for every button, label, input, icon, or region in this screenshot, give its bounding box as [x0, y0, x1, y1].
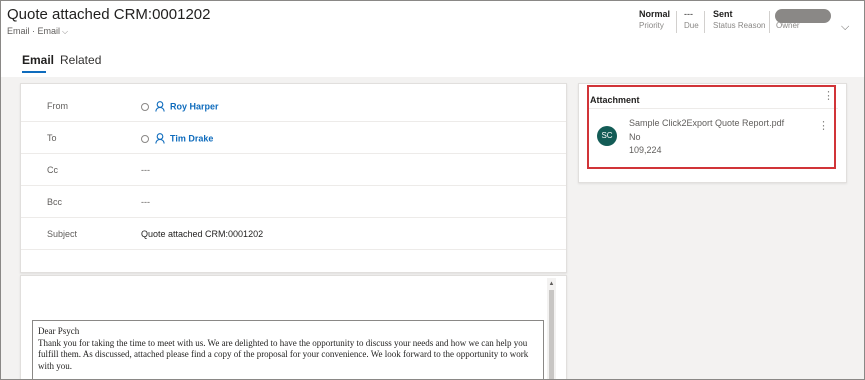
- field-row-to: To Tim Drake: [21, 122, 566, 154]
- field-row-cc: Cc ---: [21, 154, 566, 186]
- to-lookup-link[interactable]: Tim Drake: [170, 134, 213, 144]
- field-value-from: Roy Harper: [141, 101, 219, 112]
- from-lookup-link[interactable]: Roy Harper: [170, 102, 219, 112]
- attachment-highlight-box: [587, 85, 836, 169]
- active-tab-indicator: [22, 71, 46, 73]
- field-row-from: From Roy Harper: [21, 90, 566, 122]
- header-separator: [704, 11, 705, 33]
- header-separator: [676, 11, 677, 33]
- vertical-scrollbar[interactable]: ▲: [547, 278, 556, 379]
- scroll-up-arrow-icon[interactable]: ▲: [547, 280, 556, 288]
- tab-email[interactable]: Email: [22, 53, 54, 67]
- email-record-window: Quote attached CRM:0001202 Email · Email…: [0, 0, 865, 380]
- record-header: Quote attached CRM:0001202 Email · Email…: [1, 1, 864, 43]
- record-subtitle: Email · Email ⌵: [7, 26, 69, 36]
- field-label-subject: Subject: [47, 229, 78, 239]
- email-body-card: ▲ Dear Psych Thank you for taking the ti…: [20, 275, 567, 379]
- person-icon: [155, 101, 165, 112]
- header-field-status-reason: Sent Status Reason: [713, 9, 766, 30]
- field-row-bcc: Bcc ---: [21, 186, 566, 218]
- field-value-bcc[interactable]: ---: [141, 197, 150, 207]
- email-body-content: Dear Psych Thank you for taking the time…: [32, 320, 544, 379]
- email-body-text: Thank you for taking the time to meet wi…: [38, 337, 529, 371]
- field-row-subject: Subject Quote attached CRM:0001202: [21, 218, 566, 250]
- email-fields-card: From Roy Harper To Tim Drake Cc --- Bcc …: [20, 83, 567, 273]
- header-separator: [769, 11, 770, 33]
- clock-icon: [141, 134, 149, 143]
- expand-header-chevron-icon[interactable]: ⌵: [841, 21, 849, 34]
- header-field-priority: Normal Priority: [639, 9, 671, 30]
- field-value-subject[interactable]: Quote attached CRM:0001202: [141, 229, 263, 239]
- tab-related[interactable]: Related: [60, 53, 101, 67]
- scrollbar-thumb[interactable]: [549, 290, 554, 379]
- record-title: Quote attached CRM:0001202: [7, 6, 211, 23]
- header-field-due: --- Due: [684, 9, 699, 30]
- email-greeting: Dear Psych: [38, 326, 80, 336]
- person-icon: [155, 133, 165, 144]
- field-label-from: From: [47, 101, 68, 111]
- field-label-cc: Cc: [47, 165, 58, 175]
- field-value-to: Tim Drake: [141, 133, 213, 144]
- owner-redacted-pill: [775, 9, 831, 23]
- field-value-cc[interactable]: ---: [141, 165, 150, 175]
- clock-icon: [141, 102, 149, 111]
- form-selector[interactable]: Email ⌵: [38, 26, 69, 36]
- entity-name: Email: [7, 26, 30, 36]
- field-label-bcc: Bcc: [47, 197, 63, 207]
- chevron-down-icon: ⌵: [62, 27, 69, 36]
- field-label-to: To: [47, 133, 57, 143]
